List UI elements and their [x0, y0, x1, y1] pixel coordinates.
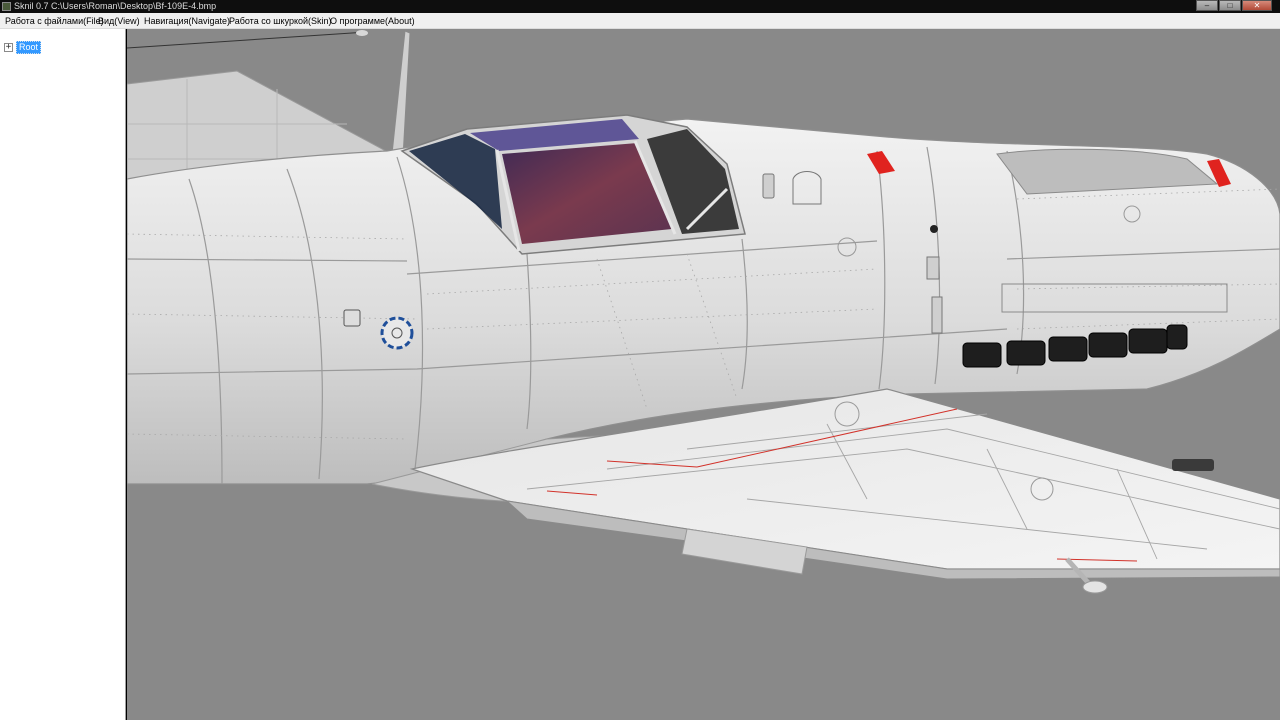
minimize-button[interactable]: – [1196, 0, 1218, 11]
model-viewport[interactable] [127, 29, 1280, 720]
close-button[interactable]: ✕ [1242, 0, 1272, 11]
maximize-button[interactable]: □ [1219, 0, 1241, 11]
vent-upper [926, 256, 940, 280]
antenna-wire [127, 31, 368, 49]
menu-file[interactable]: Работа с файлами(File) [3, 13, 106, 29]
title-bar: Sknil 0.7 C:\Users\Roman\Desktop\Bf-109E… [0, 0, 1280, 13]
app-icon [2, 2, 11, 11]
vent-lower [931, 296, 943, 334]
hatch-small [762, 173, 775, 199]
menu-navigate[interactable]: Навигация(Navigate) [142, 13, 232, 29]
port-hole [930, 225, 938, 233]
menu-skin[interactable]: Работа со шкуркой(Skin) [227, 13, 334, 29]
pitot-head [1082, 580, 1108, 594]
tree-expand-icon[interactable]: + [4, 42, 13, 52]
tree-node-root[interactable]: + Root [4, 40, 42, 54]
menu-about[interactable]: О программе(About) [328, 13, 417, 29]
wing-gun [1172, 459, 1214, 471]
window-controls: – □ ✕ [1195, 0, 1272, 12]
antenna-insulator [356, 30, 368, 36]
aircraft-model [127, 30, 1280, 594]
fuselage-fitting-small [343, 309, 361, 327]
antenna-mast [391, 30, 411, 158]
menu-view[interactable]: Вид(View) [96, 13, 142, 29]
window-title: Sknil 0.7 C:\Users\Roman\Desktop\Bf-109E… [14, 1, 217, 11]
menu-bar: Работа с файлами(File) Вид(View) Навигац… [0, 13, 1280, 29]
tree-panel: + Root [0, 29, 126, 720]
tree-node-label[interactable]: Root [16, 40, 42, 54]
fuselage-fitting-blue [380, 316, 414, 350]
